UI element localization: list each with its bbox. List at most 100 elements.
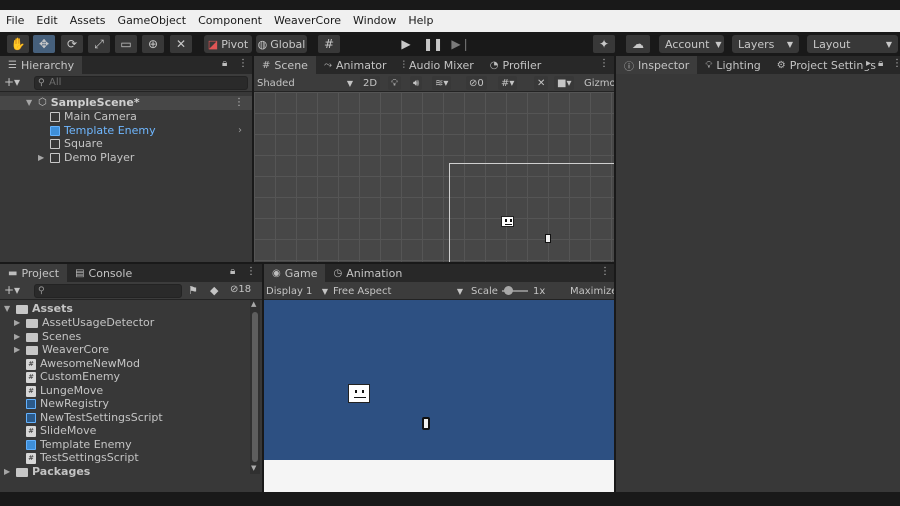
project-search-input[interactable]: ⚲ bbox=[34, 284, 182, 298]
scrollbar-thumb[interactable] bbox=[252, 312, 258, 462]
expand-arrow-icon[interactable]: ▶ bbox=[4, 465, 12, 479]
shading-dropdown[interactable]: Shaded ▼ bbox=[257, 76, 353, 90]
grid-snap-icon[interactable]: # bbox=[318, 35, 340, 53]
tree-row-assets[interactable]: ▼ Assets bbox=[4, 302, 73, 316]
menu-edit[interactable]: Edit bbox=[30, 10, 63, 32]
hidden-packages-toggle[interactable]: ⊘18 bbox=[230, 284, 251, 295]
chevron-right-icon[interactable]: › bbox=[238, 124, 242, 138]
menu-window[interactable]: Window bbox=[347, 10, 402, 32]
rotate-tool-icon[interactable]: ⟳ bbox=[61, 35, 83, 53]
menu-file[interactable]: File bbox=[0, 10, 30, 32]
account-dropdown[interactable]: Account ▼ bbox=[659, 35, 724, 53]
tree-row[interactable]: # CustomEnemy bbox=[26, 370, 120, 384]
hierarchy-item[interactable]: ▶ Demo Player bbox=[38, 151, 134, 165]
menu-component[interactable]: Component bbox=[192, 10, 268, 32]
global-toggle[interactable]: ◍ Global bbox=[256, 35, 307, 53]
play-button[interactable]: ▶ bbox=[397, 35, 415, 53]
kebab-menu-icon[interactable]: ⋮ bbox=[600, 266, 610, 277]
tab-scene[interactable]: # Scene bbox=[254, 56, 316, 74]
tab-lighting[interactable]: 💡︎ Lighting bbox=[697, 56, 768, 74]
expand-arrow-icon[interactable]: ▼ bbox=[26, 96, 34, 110]
kebab-menu-icon[interactable]: ⋮ bbox=[892, 58, 900, 69]
hidden-objects-toggle[interactable]: ⊘ 0 bbox=[466, 76, 487, 90]
maximize-toggle[interactable]: Maximize bbox=[570, 284, 614, 298]
tab-animator[interactable]: ⤳ Animator bbox=[316, 56, 395, 74]
scroll-up-icon[interactable]: ▲ bbox=[251, 300, 256, 308]
player-sprite[interactable] bbox=[545, 234, 551, 243]
expand-arrow-icon[interactable]: ▼ bbox=[4, 302, 12, 316]
lock-icon[interactable]: 🔒︎ bbox=[878, 58, 883, 69]
expand-arrow-icon[interactable]: ▶ bbox=[38, 151, 46, 165]
tools-icon[interactable]: ✕ bbox=[534, 76, 549, 90]
tree-row-packages[interactable]: ▶ Packages bbox=[4, 465, 90, 479]
game-viewport[interactable] bbox=[264, 300, 614, 460]
scene-row[interactable]: ▼ ⬡ SampleScene* ⋮ bbox=[0, 96, 252, 110]
layout-dropdown[interactable]: Layout ▼ bbox=[807, 35, 898, 53]
tree-row[interactable]: ▶ Scenes bbox=[14, 330, 81, 344]
tab-hierarchy[interactable]: ☰ Hierarchy bbox=[0, 56, 83, 74]
tab-overflow-icon[interactable]: ▸ bbox=[864, 58, 872, 69]
hierarchy-search-input[interactable]: ⚲ All bbox=[34, 76, 248, 90]
layers-dropdown[interactable]: Layers ▼ bbox=[732, 35, 799, 53]
filter-type-icon[interactable]: ⚑ bbox=[188, 284, 198, 297]
label-filter-icon[interactable]: ◆ bbox=[210, 284, 218, 297]
kebab-menu-icon[interactable]: ⋮ bbox=[234, 96, 244, 110]
scale-slider[interactable] bbox=[502, 286, 528, 295]
kebab-menu-icon[interactable]: ⋮ bbox=[246, 266, 256, 277]
scale-slider-thumb[interactable] bbox=[504, 286, 513, 295]
effects-toggle-icon[interactable]: ≋▾ bbox=[432, 76, 452, 90]
tab-game[interactable]: ◉ Game bbox=[264, 264, 326, 282]
aspect-dropdown[interactable]: Free Aspect ▼ bbox=[333, 284, 463, 298]
tab-project[interactable]: ▬ Project bbox=[0, 264, 68, 282]
hierarchy-item-selected[interactable]: Template Enemy › bbox=[50, 124, 252, 138]
grid-toggle-icon[interactable]: #▾ bbox=[498, 76, 518, 90]
lock-icon[interactable]: 🔒︎ bbox=[230, 266, 235, 277]
scale-tool-icon[interactable]: ⤢ bbox=[88, 35, 110, 53]
cloud-icon[interactable]: ☁ bbox=[626, 35, 650, 53]
tab-profiler[interactable]: ◔ Profiler bbox=[482, 56, 549, 74]
tree-row[interactable]: Template Enemy bbox=[26, 438, 132, 452]
lock-icon[interactable]: 🔒︎ bbox=[222, 58, 227, 69]
add-icon[interactable]: +▾ bbox=[4, 75, 20, 89]
kebab-menu-icon[interactable]: ⋮ bbox=[238, 58, 248, 69]
tree-row[interactable]: ▶ AssetUsageDetector bbox=[14, 316, 154, 330]
scroll-down-icon[interactable]: ▼ bbox=[251, 464, 256, 472]
hierarchy-item[interactable]: Main Camera bbox=[50, 110, 137, 124]
project-scrollbar[interactable]: ▲ ▼ bbox=[250, 300, 260, 474]
tree-row[interactable]: # TestSettingsScript bbox=[26, 451, 139, 465]
camera-icon[interactable]: ■▾ bbox=[554, 76, 575, 90]
menu-help[interactable]: Help bbox=[402, 10, 439, 32]
tab-audio-mixer[interactable]: ⫶ Audio Mixer bbox=[395, 56, 482, 74]
hand-tool-icon[interactable]: ✋ bbox=[7, 35, 29, 53]
rect-tool-icon[interactable]: ▭ bbox=[115, 35, 137, 53]
lighting-toggle-icon[interactable]: 💡︎ bbox=[388, 76, 401, 90]
gizmos-dropdown[interactable]: Gizmo bbox=[584, 76, 614, 90]
menu-assets[interactable]: Assets bbox=[64, 10, 112, 32]
collab-icon[interactable]: ✦ bbox=[593, 35, 615, 53]
expand-arrow-icon[interactable]: ▶ bbox=[14, 316, 22, 330]
audio-toggle-icon[interactable]: 🔊︎ bbox=[410, 76, 423, 90]
move-tool-icon[interactable]: ✥ bbox=[33, 35, 55, 53]
step-button[interactable]: ▶❘ bbox=[451, 35, 470, 53]
expand-arrow-icon[interactable]: ▶ bbox=[14, 343, 22, 357]
tab-inspector[interactable]: ⓘ Inspector bbox=[616, 56, 698, 74]
tree-row[interactable]: ▶ WeaverCore bbox=[14, 343, 109, 357]
hierarchy-item[interactable]: Square bbox=[50, 137, 103, 151]
pivot-toggle[interactable]: ◪ Pivot bbox=[204, 35, 252, 53]
tree-row[interactable]: NewRegistry bbox=[26, 397, 109, 411]
tab-animation[interactable]: ◷ Animation bbox=[325, 264, 410, 282]
expand-arrow-icon[interactable]: ▶ bbox=[14, 330, 22, 344]
menu-gameobject[interactable]: GameObject bbox=[112, 10, 193, 32]
tree-row[interactable]: # SlideMove bbox=[26, 424, 96, 438]
custom-tool-icon[interactable]: ✕ bbox=[170, 35, 192, 53]
menu-weavercore[interactable]: WeaverCore bbox=[268, 10, 347, 32]
scene-viewport[interactable] bbox=[254, 92, 614, 262]
add-icon[interactable]: +▾ bbox=[4, 283, 20, 297]
tab-console[interactable]: ▤ Console bbox=[67, 264, 140, 282]
enemy-sprite[interactable] bbox=[501, 216, 514, 227]
pause-button[interactable]: ❚❚ bbox=[423, 35, 443, 53]
kebab-menu-icon[interactable]: ⋮ bbox=[599, 58, 609, 69]
transform-tool-icon[interactable]: ⊕ bbox=[142, 35, 164, 53]
display-dropdown[interactable]: Display 1 ▼ bbox=[266, 284, 328, 298]
tree-row[interactable]: # AwesomeNewMod bbox=[26, 357, 140, 371]
